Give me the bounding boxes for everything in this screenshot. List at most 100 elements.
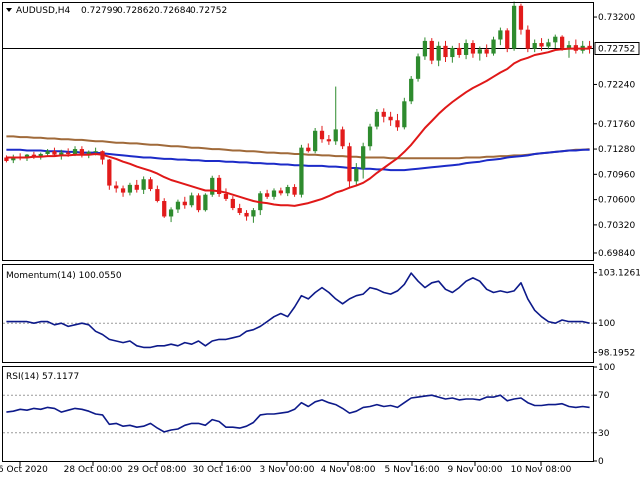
- candle-body: [278, 190, 283, 194]
- candle: [553, 34, 558, 48]
- time-axis-tick-label: 3 Nov 00:00: [260, 465, 315, 475]
- price-axis-tick-label: 0.70320: [598, 221, 635, 231]
- candle-body: [162, 201, 167, 217]
- candle: [580, 40, 585, 54]
- time-axis-tick-label: 9 Nov 00:00: [448, 465, 503, 475]
- price-axis-tick-label: 0.73200: [598, 13, 635, 23]
- candle-body: [381, 111, 386, 117]
- time-axis-tick-label: 26 Oct 2020: [0, 465, 48, 475]
- price-axis-tick-label: 0.71280: [598, 145, 635, 155]
- ohlc-open: 0.72799: [81, 6, 118, 16]
- candle: [299, 144, 304, 198]
- candle-body: [292, 186, 297, 195]
- symbol-label: AUDUSD,H4: [16, 6, 71, 16]
- rsi-title: RSI(14) 57.1177: [6, 372, 79, 382]
- ohlc-low: 0.72684: [154, 6, 191, 16]
- rsi-axis-tick-label: 30: [598, 429, 610, 439]
- candle: [182, 196, 187, 209]
- candle-body: [189, 195, 194, 206]
- candle: [374, 109, 380, 130]
- candle-body: [367, 126, 373, 147]
- candle-body: [470, 43, 476, 54]
- candle: [587, 40, 592, 54]
- candle-body: [175, 201, 181, 210]
- candle-body: [566, 45, 572, 48]
- candle-body: [120, 188, 126, 193]
- ma-blue-series-line: [6, 148, 590, 172]
- candle-body: [299, 147, 304, 195]
- candle-body: [402, 101, 407, 128]
- candle-body: [319, 130, 325, 140]
- candle: [415, 53, 421, 82]
- candle: [395, 113, 400, 131]
- candle-body: [539, 43, 544, 47]
- candle: [573, 39, 578, 54]
- candle-body: [347, 146, 352, 182]
- candle: [52, 147, 57, 157]
- candle-body: [107, 159, 112, 186]
- collapse-triangle-icon[interactable]: [6, 8, 12, 12]
- ma-red-series-line: [6, 47, 590, 207]
- candle-body: [333, 129, 338, 142]
- candle: [251, 208, 256, 223]
- candle: [436, 41, 441, 67]
- time-axis-tick-label: 5 Nov 16:00: [385, 465, 440, 475]
- candle: [443, 40, 448, 62]
- candle-body: [463, 43, 469, 55]
- candle-body: [141, 179, 146, 190]
- candle: [100, 150, 105, 165]
- candle: [230, 196, 235, 211]
- candle: [216, 175, 222, 197]
- price-axis-tick-label: 0.71760: [598, 120, 635, 130]
- candle-body: [251, 210, 256, 217]
- candle: [168, 207, 174, 223]
- candle-body: [93, 151, 98, 153]
- candle: [210, 175, 215, 197]
- candle: [361, 142, 366, 179]
- candle: [463, 39, 469, 60]
- candle-body: [374, 111, 380, 127]
- candle-body: [361, 146, 366, 169]
- candle-body: [210, 177, 215, 195]
- candle-body: [148, 179, 153, 190]
- candle: [484, 44, 489, 58]
- candle-body: [388, 116, 393, 121]
- candle-body: [265, 193, 270, 197]
- candle: [347, 142, 352, 187]
- candle-body: [491, 39, 496, 54]
- candle-body: [223, 193, 229, 199]
- candle-body: [429, 40, 434, 61]
- candle: [162, 198, 167, 218]
- momentum-series-line: [6, 272, 590, 349]
- ohlc-high: 0.72862: [117, 6, 154, 16]
- price-chart: 0.71280 0.70960 0.70600 0.70320 0.69840 0.717…: [0, 1, 640, 475]
- candle-body: [134, 184, 139, 190]
- momentum-title: Momentum(14) 100.0550: [6, 271, 122, 281]
- candle-body: [196, 195, 201, 211]
- candle: [402, 97, 407, 130]
- candle: [532, 39, 537, 53]
- candle-body: [415, 56, 421, 79]
- candle: [114, 181, 119, 193]
- candle-body: [354, 168, 359, 182]
- candle: [491, 36, 496, 56]
- candle: [518, 3, 524, 35]
- price-axis-tick-label: 0.70960: [598, 170, 635, 180]
- rsi-axis-tick-label: 100: [598, 363, 615, 373]
- candle: [79, 146, 85, 158]
- candle: [11, 154, 16, 164]
- candle: [313, 127, 318, 154]
- main-panel-frame: [2, 2, 594, 261]
- candle: [546, 38, 551, 50]
- candle: [470, 40, 476, 58]
- price-axis-tick-label: 0.72240: [598, 80, 635, 90]
- candle-body: [72, 149, 78, 154]
- rsi-panel-frame: [2, 366, 594, 462]
- candle: [155, 185, 160, 203]
- momentum-axis-tick-label: 98.1952: [598, 348, 635, 358]
- candle-body: [182, 201, 187, 206]
- candle-body: [553, 36, 558, 43]
- candle-body: [168, 209, 174, 217]
- candle: [244, 210, 249, 221]
- candle-body: [244, 212, 249, 217]
